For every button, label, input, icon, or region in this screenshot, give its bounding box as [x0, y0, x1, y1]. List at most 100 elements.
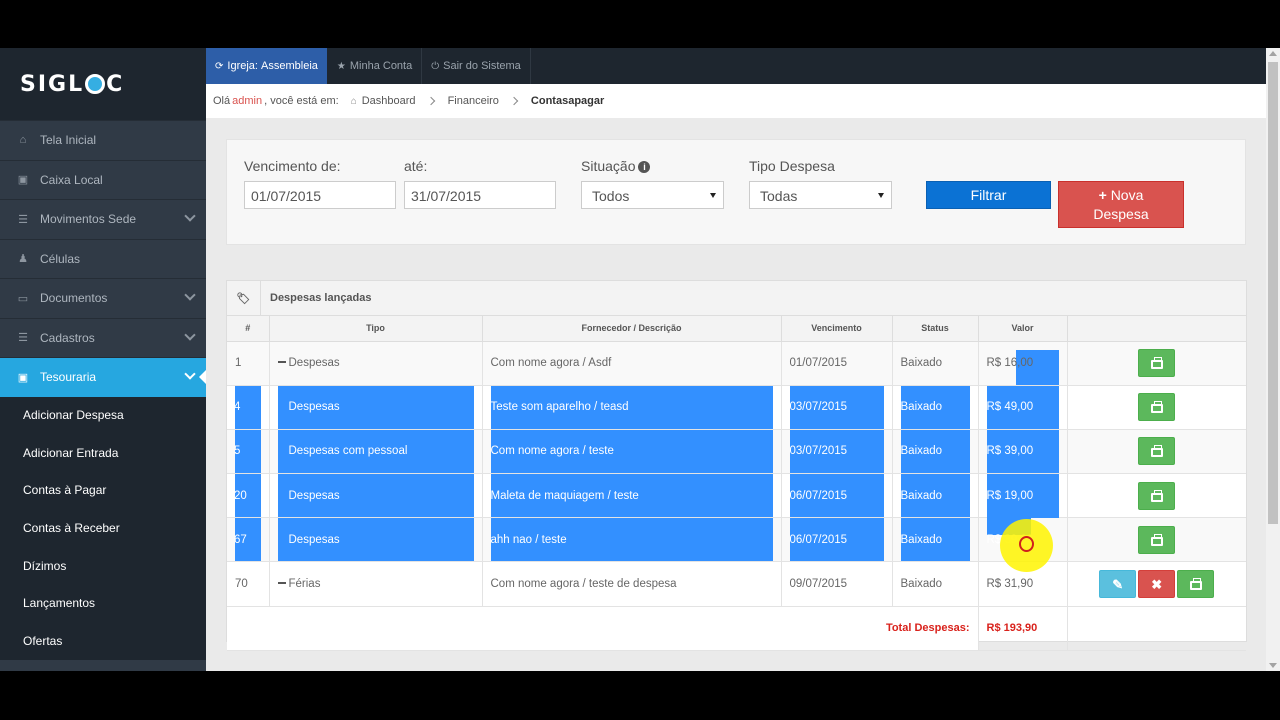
- delete-button[interactable]: ✖: [1138, 570, 1176, 599]
- cell-vencimento: 03/07/2015: [781, 429, 893, 475]
- scroll-up-arrow-icon[interactable]: [1269, 51, 1277, 56]
- sidebar-item-cadastros[interactable]: ☰ Cadastros: [0, 317, 206, 358]
- cell-status-text: Baixado: [900, 401, 943, 414]
- sidebar-item-label: Tela Inicial: [40, 133, 97, 148]
- panel-heading: 🏷 Despesas lançadas: [227, 280, 1246, 316]
- cell-valor-text: R$ 39,00: [986, 445, 1034, 458]
- logo-area: SIGL C: [0, 48, 206, 120]
- breadcrumb-dashboard[interactable]: Dashboard: [362, 95, 416, 107]
- sair-link[interactable]: ⏻ Sair do Sistema: [422, 48, 531, 84]
- minha-conta-link[interactable]: ★ Minha Conta: [328, 48, 423, 84]
- cell-tipo-text: Despesas com pessoal: [288, 445, 408, 458]
- column-header-status[interactable]: Status: [892, 316, 979, 342]
- cell-descricao: Com nome agora / teste de despesa: [482, 561, 782, 607]
- column-header-fornecedor[interactable]: Fornecedor / Descrição: [482, 316, 782, 342]
- table-row[interactable]: 70 Férias Com nome agora / teste de desp…: [227, 561, 1246, 607]
- submenu-item-adicionar-entrada[interactable]: Adicionar Entrada: [0, 434, 206, 472]
- submenu-item-adicionar-despesa[interactable]: Adicionar Despesa: [0, 397, 206, 435]
- cell-id: 67: [227, 517, 270, 563]
- submenu-item-dizimos[interactable]: Dízimos: [0, 547, 206, 585]
- home-icon: ⌂: [19, 134, 27, 147]
- cell-descricao: Maleta de maquiagem / teste: [482, 473, 782, 519]
- breadcrumb-financeiro[interactable]: Financeiro: [448, 95, 499, 107]
- tipo-despesa-value: Todas: [760, 188, 798, 204]
- sidebar-item-documentos[interactable]: ▭ Documentos: [0, 278, 206, 318]
- home-icon: ⌂: [350, 95, 357, 107]
- sidebar-item-movimentos-sede[interactable]: ☰ Movimentos Sede: [0, 199, 206, 239]
- cell-tipo: Despesas: [269, 473, 483, 519]
- igreja-selector[interactable]: ⟳ Igreja: Assembleia: [206, 48, 328, 84]
- print-button[interactable]: [1138, 393, 1176, 422]
- cell-tipo: Férias: [269, 561, 483, 607]
- cell-vencimento: 09/07/2015: [781, 561, 893, 607]
- column-header-tipo[interactable]: Tipo: [269, 316, 483, 342]
- nova-despesa-line2: Despesa: [1093, 206, 1149, 222]
- table-row[interactable]: 20 Despesas Maleta de maquiagem / teste …: [227, 473, 1246, 526]
- plus-icon: +: [1098, 187, 1107, 203]
- tags-icon: 🏷: [227, 280, 261, 316]
- panel-title: Despesas lançadas: [270, 292, 372, 304]
- sidebar-item-celulas[interactable]: ♟ Células: [0, 238, 206, 279]
- print-button[interactable]: [1138, 349, 1176, 378]
- tipo-despesa-select[interactable]: Todas: [749, 181, 892, 209]
- cell-descricao: Teste som aparelho / teasd: [482, 385, 782, 430]
- scrollbar-thumb[interactable]: [1268, 62, 1278, 524]
- cell-descricao-text: Maleta de maquiagem / teste: [490, 489, 639, 502]
- nova-despesa-button[interactable]: + Nova Despesa: [1058, 181, 1184, 228]
- logo[interactable]: SIGL C: [20, 72, 124, 97]
- sair-label: Sair do Sistema: [443, 60, 521, 72]
- cell-valor-text: R$ 49,00: [986, 401, 1034, 414]
- scroll-down-arrow-icon[interactable]: [1269, 663, 1277, 668]
- username: admin: [232, 95, 263, 107]
- page-scrollbar[interactable]: [1266, 48, 1280, 671]
- cell-id: 1: [227, 341, 270, 386]
- table-row[interactable]: 5 Despesas com pessoal Com nome agora / …: [227, 429, 1246, 475]
- submenu-item-ofertas[interactable]: Ofertas: [0, 622, 206, 660]
- vencimento-de-input[interactable]: 01/07/2015: [244, 181, 396, 209]
- sidebar-item-caixa-local[interactable]: ▣ Caixa Local: [0, 159, 206, 200]
- table-row[interactable]: 4 Despesas Teste som aparelho / teasd 03…: [227, 385, 1246, 430]
- despesas-panel: 🏷 Despesas lançadas # Tipo Fornecedor / …: [226, 280, 1247, 651]
- chevron-right-icon: [426, 96, 435, 106]
- cell-tipo-text: Férias: [288, 578, 321, 591]
- table-row[interactable]: 67 Despesas ahh nao / teste 06/07/2015 B…: [227, 517, 1246, 563]
- column-header-valor[interactable]: Valor: [978, 316, 1068, 342]
- ate-input[interactable]: 31/07/2015: [404, 181, 556, 209]
- cell-id-text: 67: [234, 533, 247, 546]
- cell-tipo: Despesas com pessoal: [269, 429, 483, 475]
- igreja-value: Assembleia: [261, 60, 318, 72]
- vencimento-label: Vencimento de:: [244, 158, 341, 174]
- situacao-select[interactable]: Todos: [581, 181, 724, 209]
- submenu-item-contas-a-receber[interactable]: Contas à Receber: [0, 509, 206, 547]
- table-row[interactable]: 1 Despesas Com nome agora / Asdf 01/07/2…: [227, 341, 1246, 386]
- cell-tipo-text: Despesas: [288, 357, 340, 370]
- money-icon: ▣: [17, 174, 29, 187]
- situacao-label-text: Situação: [581, 158, 636, 174]
- print-icon: [1150, 401, 1163, 414]
- sidebar-item-tela-inicial[interactable]: ⌂ Tela Inicial: [0, 120, 206, 160]
- cell-id: 5: [227, 429, 270, 475]
- cell-actions: ✎ ✖: [1067, 561, 1246, 607]
- chevron-down-icon: [184, 368, 196, 380]
- submenu-item-lancamentos[interactable]: Lançamentos: [0, 584, 206, 622]
- print-button[interactable]: [1138, 437, 1176, 466]
- sidebar-item-tesouraria[interactable]: ▣ Tesouraria: [0, 357, 206, 397]
- print-button[interactable]: [1138, 525, 1176, 554]
- minus-icon: [277, 361, 286, 364]
- edit-button[interactable]: ✎: [1099, 570, 1137, 599]
- print-button[interactable]: [1177, 570, 1215, 599]
- cell-tipo: Despesas: [269, 341, 483, 386]
- table-header-row: # Tipo Fornecedor / Descrição Vencimento…: [227, 316, 1246, 342]
- print-button[interactable]: [1138, 481, 1176, 510]
- column-header-id[interactable]: #: [227, 316, 270, 342]
- list-icon: ☰: [18, 213, 28, 226]
- info-icon[interactable]: i: [638, 161, 651, 173]
- money-icon: ▣: [17, 371, 29, 384]
- filtrar-button[interactable]: Filtrar: [926, 181, 1051, 209]
- column-header-vencimento[interactable]: Vencimento: [781, 316, 893, 342]
- submenu-item-contas-a-pagar[interactable]: Contas à Pagar: [0, 472, 206, 510]
- cell-actions: [1067, 473, 1246, 519]
- cell-descricao: Com nome agora / teste: [482, 429, 782, 475]
- cell-descricao: ahh nao / teste: [482, 517, 782, 563]
- print-icon: [1189, 578, 1202, 591]
